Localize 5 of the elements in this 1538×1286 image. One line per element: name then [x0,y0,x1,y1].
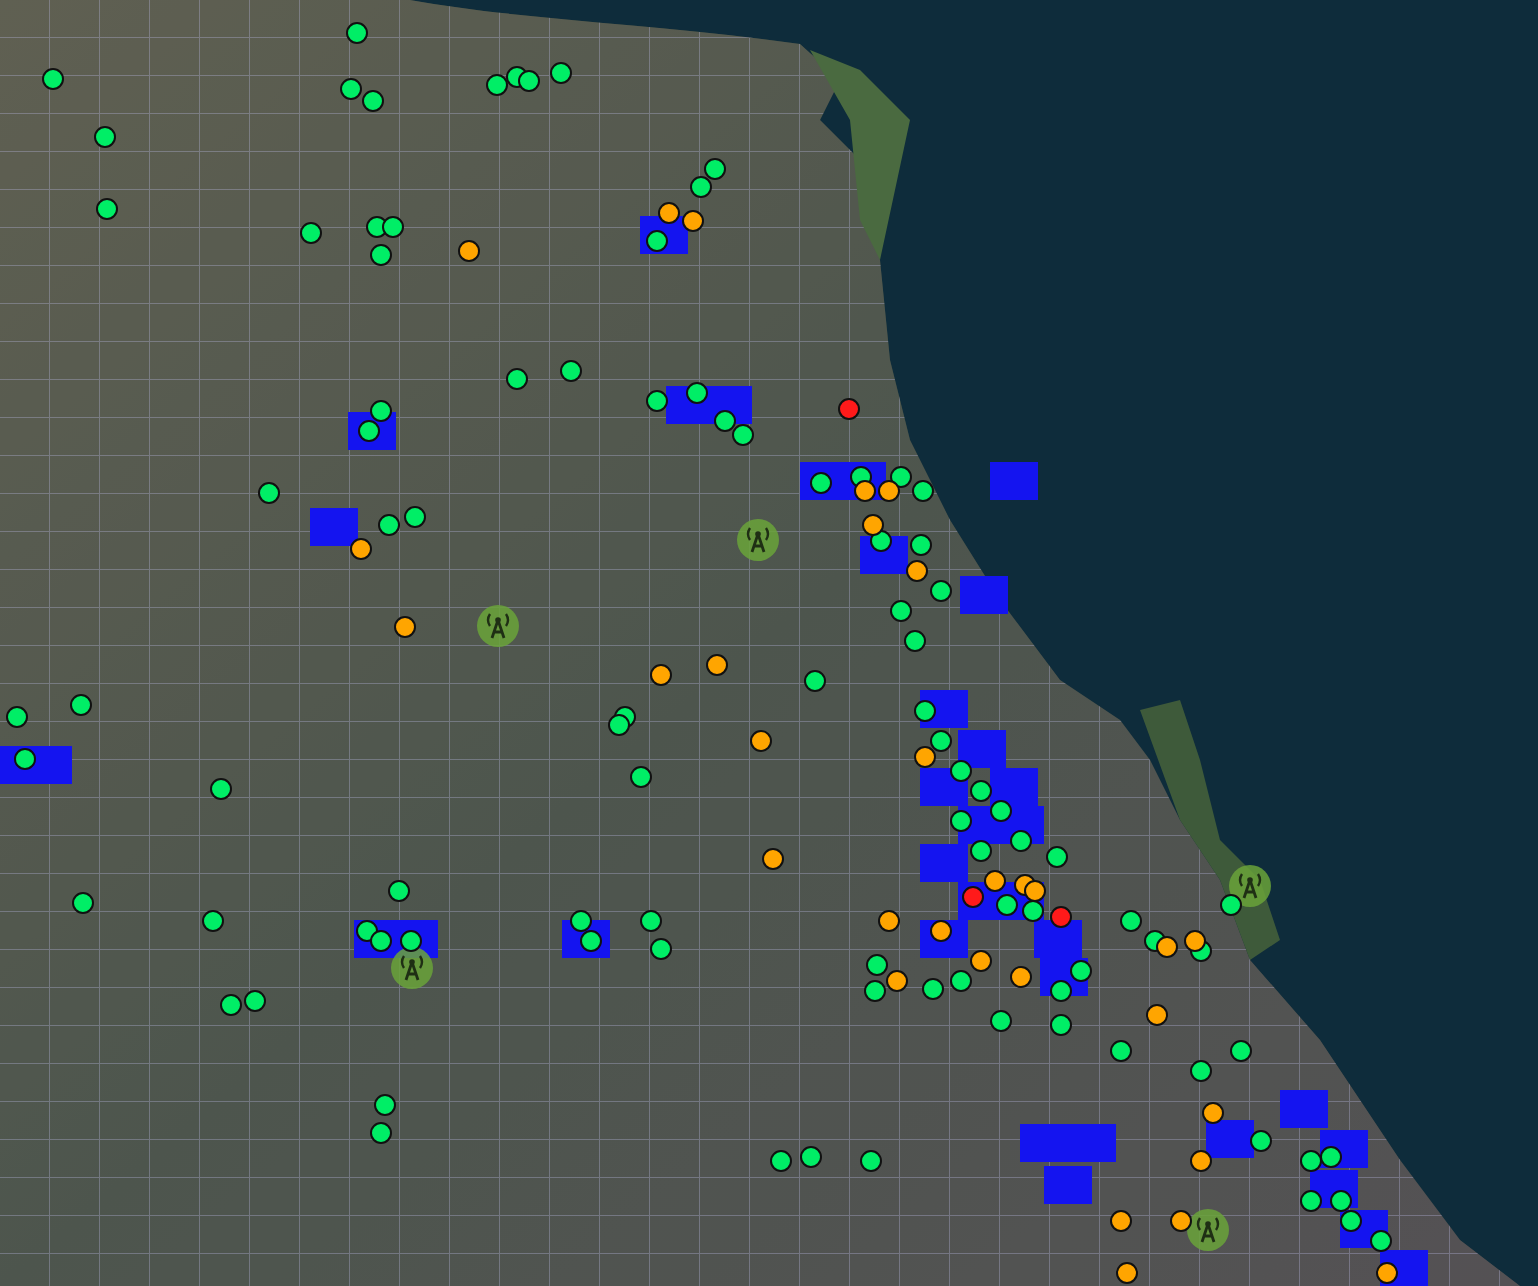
radio-tower-icon[interactable] [390,946,434,990]
radio-tower-icon[interactable] [1228,864,1272,908]
radio-tower-icon[interactable] [1186,1208,1230,1252]
radio-tower-icon[interactable] [476,604,520,648]
radio-tower-icon[interactable] [736,518,780,562]
